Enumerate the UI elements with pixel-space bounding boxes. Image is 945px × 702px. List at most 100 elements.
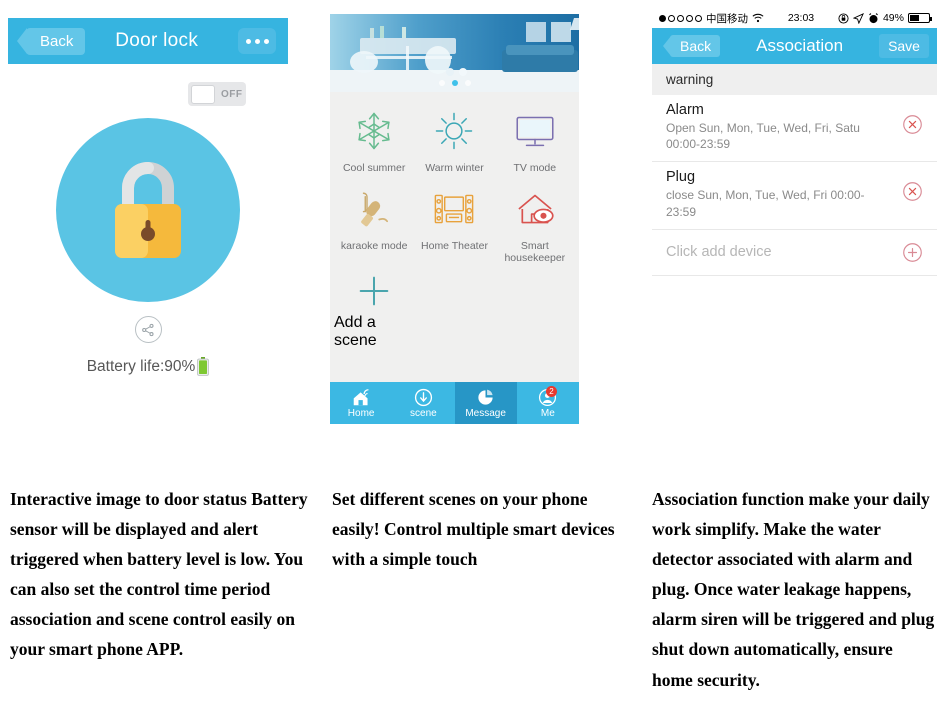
battery-green-icon [197,357,210,376]
association-header: Back Association Save [652,28,937,64]
add-device-label: Click add device [666,244,772,261]
snowflake-icon [353,106,395,156]
scene-label: Smart housekeeper [504,240,566,264]
signal-dot [695,14,702,22]
scenes-screen: Cool summer Warm winter TV mode karaoke … [330,14,579,424]
back-button-label: Back [40,32,74,50]
toggle-knob [191,84,215,104]
status-right: 49% [838,12,932,24]
lock-status-area [8,118,288,302]
padlock-closed-icon [115,162,181,258]
tab-home[interactable]: Home [330,382,393,424]
add-scene-row: Add a scene [330,264,579,350]
share-area [8,316,288,343]
tab-label: Home [347,407,375,419]
status-left: 中国移动 [659,11,764,26]
row-text: Alarm Open Sun, Mon, Tue, Wed, Fri, Satu… [666,102,871,152]
carrier-label: 中国移动 [706,12,748,25]
sun-icon [433,106,475,156]
scene-item-home-theater[interactable]: Home Theater [414,184,494,264]
battery-percent-label: 49% [882,12,904,24]
carousel-dots[interactable] [330,80,579,86]
table-row[interactable]: Plug close Sun, Mon, Tue, Wed, Fri 00:00… [652,162,937,230]
back-button[interactable]: Back [26,27,86,55]
bottom-tab-bar: Home scene Message 2 Me [330,382,579,424]
lock-circle[interactable] [56,118,240,302]
scene-label: Home Theater [421,240,488,252]
dot [245,38,251,44]
save-button-label: Save [888,38,920,54]
alarm-clock-icon [869,12,878,23]
lock-toggle[interactable]: OFF [188,82,246,106]
scene-item-tv-mode[interactable]: TV mode [495,106,575,174]
page-title: Association [756,36,844,55]
share-button[interactable] [134,316,162,343]
tab-message[interactable]: Message [454,382,517,424]
scene-item-smart-housekeeper[interactable]: Smart housekeeper [495,184,575,264]
message-pie-icon [478,389,493,405]
scene-icon [414,388,432,406]
device-name: Alarm [666,102,704,118]
tab-me[interactable]: 2 Me [516,382,579,424]
remove-circle-icon[interactable] [902,114,923,135]
living-room-banner[interactable] [330,14,579,92]
tab-label: Me [540,407,555,419]
caption-association: Association function make your daily wor… [652,489,935,690]
add-scene-label: Add a scene [334,314,377,349]
carousel-dot-active[interactable] [451,80,458,86]
save-button[interactable]: Save [879,34,929,58]
back-button-label: Back [680,38,712,54]
carousel-dot[interactable] [438,80,445,86]
scene-label: Warm winter [425,162,484,174]
section-header-warning: warning [652,64,937,95]
signal-dot [686,14,693,22]
association-screen: 中国移动 23:03 49% Back Association Save war… [652,8,937,433]
tab-badge: 2 [546,386,557,397]
ellipsis-icon[interactable] [238,28,276,54]
page-title: Door lock [115,30,199,51]
battery-status: Battery life:90% [8,357,288,376]
scene-grid: Cool summer Warm winter TV mode karaoke … [330,92,579,264]
dot [254,38,260,44]
device-name: Plug [666,169,696,186]
battery-label: Battery life:90% [86,357,196,375]
caption-door-lock: Interactive image to door status Battery… [10,489,308,660]
plus-icon [354,268,394,314]
battery-fill [909,15,919,21]
location-arrow-icon [852,12,864,24]
microphone-icon [353,184,395,234]
door-lock-header: Back Door lock [8,18,288,64]
remove-circle-icon[interactable] [902,181,923,202]
toggle-state-label: OFF [221,88,243,100]
tab-scene[interactable]: scene [392,382,455,424]
wifi-icon [752,13,764,23]
scene-item-cool-summer[interactable]: Cool summer [334,106,414,174]
add-device-row[interactable]: Click add device [652,229,937,276]
home-wifi-icon [353,388,369,405]
scene-label: karaoke mode [340,240,408,252]
add-scene-button[interactable]: Add a scene [334,268,414,350]
lock-toggle-row: OFF [8,64,288,106]
signal-dot [659,14,666,22]
dot [263,38,269,44]
signal-strength-icon [659,14,702,22]
tab-label: scene [410,407,437,419]
scene-item-warm-winter[interactable]: Warm winter [414,106,494,174]
scene-label: Cool summer [342,162,406,174]
table-row[interactable]: Alarm Open Sun, Mon, Tue, Wed, Fri, Satu… [652,95,937,163]
home-theater-icon [432,184,476,234]
status-time: 23:03 [787,12,815,24]
caption-scenes: Set different scenes on your phone easil… [332,489,615,570]
house-eye-icon [513,184,557,234]
scene-item-karaoke-mode[interactable]: karaoke mode [334,184,414,264]
add-circle-icon[interactable] [902,242,923,263]
door-lock-screen: Back Door lock OFF Battery life:90% [8,18,288,424]
signal-dot [668,14,675,22]
section-label: warning [666,72,714,87]
device-schedule: close Sun, Mon, Tue, Wed, Fri 00:00-23:5… [666,188,865,219]
carousel-dot[interactable] [464,80,471,86]
status-bar: 中国移动 23:03 49% [652,8,937,28]
back-button[interactable]: Back [670,35,721,57]
battery-icon [907,13,932,23]
tab-label: Message [465,407,506,419]
